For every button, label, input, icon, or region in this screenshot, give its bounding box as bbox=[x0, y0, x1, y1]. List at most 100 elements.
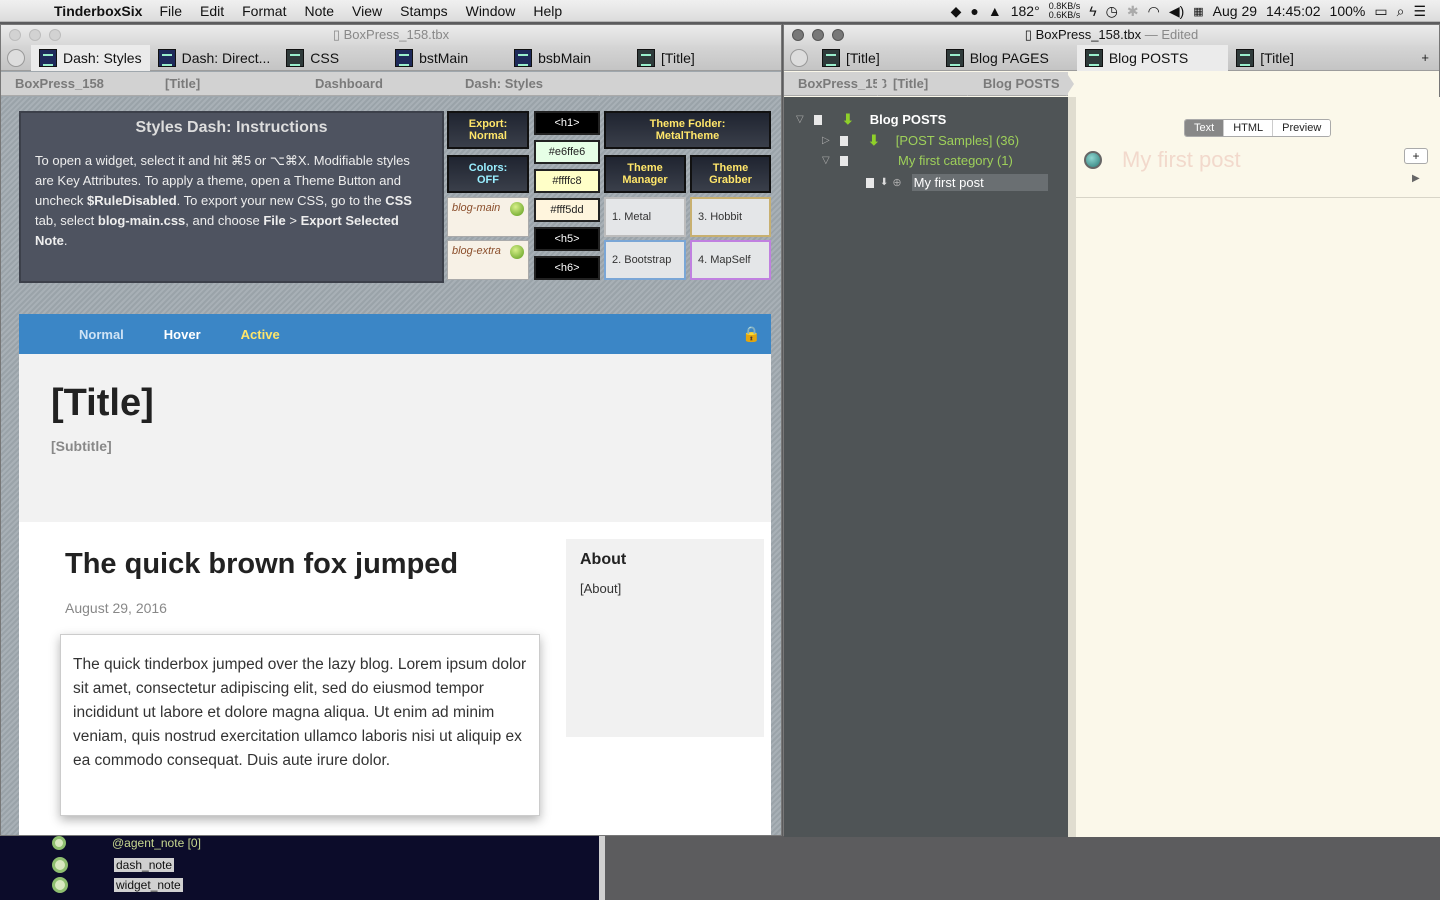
mode-preview[interactable]: Preview bbox=[1273, 120, 1331, 136]
tab-blog-posts[interactable]: Blog POSTS bbox=[1076, 44, 1229, 71]
crumb-title[interactable]: [Title] bbox=[151, 71, 307, 96]
window-titlebar[interactable]: ▯ BoxPress_158.tbx — Edited bbox=[784, 25, 1439, 45]
lightning-icon[interactable]: ϟ bbox=[1089, 3, 1096, 19]
post-body[interactable]: The quick tinderbox jumped over the lazy… bbox=[60, 634, 540, 816]
tab-title[interactable]: [Title] bbox=[629, 45, 703, 71]
notification-center-icon[interactable]: ☰ bbox=[1413, 3, 1426, 20]
tab-overflow-icon[interactable] bbox=[7, 48, 25, 67]
close-button[interactable] bbox=[9, 29, 21, 41]
outline-row-post[interactable]: ⬇ ⊕ My first post bbox=[860, 174, 1048, 191]
export-button[interactable]: Export: Normal bbox=[447, 111, 529, 149]
outline-row-root[interactable]: ▽ ⬇ Blog POSTS bbox=[796, 111, 946, 128]
menu-help[interactable]: Help bbox=[533, 3, 562, 19]
theme-manager-button[interactable]: Theme Manager bbox=[604, 155, 686, 193]
crumb-dashboard[interactable]: Dashboard bbox=[301, 71, 457, 96]
drive-icon[interactable]: ▲ bbox=[988, 3, 1002, 19]
checkbox[interactable] bbox=[840, 135, 848, 146]
menu-note[interactable]: Note bbox=[304, 3, 334, 19]
blog-main-widget[interactable]: blog-main bbox=[447, 197, 529, 237]
crumb-blog-posts[interactable]: Blog POSTS bbox=[969, 71, 1074, 96]
menu-file[interactable]: File bbox=[159, 3, 182, 19]
volume-icon[interactable]: ◀) bbox=[1169, 3, 1184, 20]
network-readout[interactable]: 0.8KB/s 0.6KB/s bbox=[1049, 2, 1081, 20]
theme-hobbit-button[interactable]: 3. Hobbit bbox=[690, 197, 771, 237]
tab-title-2[interactable]: [Title] bbox=[1228, 45, 1302, 71]
theme-grabber-button[interactable]: Theme Grabber bbox=[690, 155, 771, 193]
nav-hover[interactable]: Hover bbox=[164, 327, 201, 342]
theme-metal-button[interactable]: 1. Metal bbox=[604, 197, 686, 237]
h6-style-swatch[interactable]: <h6> bbox=[534, 256, 600, 280]
checkbox[interactable] bbox=[866, 177, 874, 188]
menu-format[interactable]: Format bbox=[242, 3, 286, 19]
color-swatch[interactable]: #e6ffe6 bbox=[534, 140, 600, 164]
zoom-button[interactable] bbox=[49, 29, 61, 41]
note-badge-icon[interactable] bbox=[1084, 151, 1102, 169]
add-tab-button[interactable]: + bbox=[1421, 50, 1429, 65]
flag-icon[interactable]: ▦ bbox=[1193, 5, 1203, 18]
colors-button[interactable]: Colors: OFF bbox=[447, 155, 529, 193]
crumb-dash-styles[interactable]: Dash: Styles bbox=[451, 71, 607, 96]
outline-row-category[interactable]: ▽ My first category (1) bbox=[822, 153, 1013, 168]
temperature-readout[interactable]: 182° bbox=[1011, 3, 1040, 19]
blog-extra-widget[interactable]: blog-extra bbox=[447, 240, 529, 280]
list-item[interactable]: @agent_note [0] bbox=[52, 836, 201, 850]
bluetooth-icon[interactable]: ✱ bbox=[1127, 3, 1139, 20]
menu-app-name[interactable]: TinderboxSix bbox=[54, 3, 142, 19]
expand-attributes-icon[interactable]: ▶ bbox=[1412, 173, 1420, 184]
menu-view[interactable]: View bbox=[352, 3, 382, 19]
about-sidebar[interactable]: About [About] bbox=[566, 539, 764, 737]
theme-mapself-button[interactable]: 4. MapSelf bbox=[690, 240, 771, 280]
disclosure-closed-icon[interactable]: ▷ bbox=[822, 135, 834, 146]
color-swatch[interactable]: #fff5dd bbox=[534, 198, 600, 222]
tab-dash-direct[interactable]: Dash: Direct... bbox=[150, 45, 279, 71]
battery-icon[interactable]: ▭ bbox=[1374, 3, 1387, 20]
minimize-button[interactable] bbox=[29, 29, 41, 41]
evernote-icon[interactable]: ● bbox=[970, 3, 978, 19]
nav-normal[interactable]: Normal bbox=[79, 327, 124, 342]
list-item[interactable]: widget_note bbox=[52, 877, 183, 893]
window-titlebar[interactable]: ▯ BoxPress_158.tbx bbox=[1, 25, 781, 45]
disclosure-open-icon[interactable]: ▽ bbox=[796, 114, 808, 125]
date[interactable]: Aug 29 bbox=[1213, 3, 1257, 19]
nav-active[interactable]: Active bbox=[241, 327, 280, 342]
crumb-boxpress[interactable]: BoxPress_158 bbox=[784, 71, 887, 96]
zoom-button[interactable] bbox=[832, 29, 844, 41]
checkbox[interactable] bbox=[840, 155, 848, 166]
menu-window[interactable]: Window bbox=[466, 3, 516, 19]
crumb-boxpress[interactable]: BoxPress_158 bbox=[1, 71, 157, 96]
color-swatch[interactable]: #ffffc8 bbox=[534, 169, 600, 193]
tab-css[interactable]: CSS bbox=[278, 45, 347, 71]
theme-bootstrap-button[interactable]: 2. Bootstrap bbox=[604, 240, 686, 280]
wifi-icon[interactable]: ◠ bbox=[1148, 3, 1160, 20]
tab-bsbmain[interactable]: bsbMain bbox=[506, 45, 599, 71]
crumb-title[interactable]: [Title] bbox=[879, 71, 975, 96]
dropbox-icon[interactable]: ◆ bbox=[951, 3, 962, 20]
list-item[interactable]: dash_note bbox=[52, 857, 175, 873]
menu-stamps[interactable]: Stamps bbox=[400, 3, 447, 19]
note-title[interactable]: My first post bbox=[1122, 147, 1241, 173]
outline-row-samples[interactable]: ▷ ⬇ [POST Samples] (36) bbox=[822, 132, 1019, 149]
clock[interactable]: 14:45:02 bbox=[1266, 3, 1321, 19]
h1-style-swatch[interactable]: <h1> bbox=[534, 111, 600, 135]
checkbox[interactable] bbox=[814, 114, 822, 125]
close-button[interactable] bbox=[792, 29, 804, 41]
tab-bstmain[interactable]: bstMain bbox=[387, 45, 476, 71]
mode-html[interactable]: HTML bbox=[1224, 120, 1274, 136]
split-handle[interactable] bbox=[1068, 97, 1076, 837]
tab-overflow-icon[interactable] bbox=[790, 48, 808, 67]
mode-text[interactable]: Text bbox=[1185, 120, 1225, 136]
lock-icon[interactable]: 🔒 bbox=[742, 325, 761, 343]
minimize-button[interactable] bbox=[812, 29, 824, 41]
tab-title[interactable]: [Title] bbox=[814, 45, 888, 71]
search-icon[interactable]: ⌕ bbox=[1397, 3, 1405, 20]
theme-folder-button[interactable]: Theme Folder: MetalTheme bbox=[604, 111, 771, 149]
disclosure-open-icon[interactable]: ▽ bbox=[822, 155, 834, 166]
menu-edit[interactable]: Edit bbox=[200, 3, 224, 19]
instructions-note[interactable]: Styles Dash: Instructions To open a widg… bbox=[19, 111, 444, 283]
add-attribute-button[interactable]: + bbox=[1404, 148, 1428, 164]
time-machine-icon[interactable]: ◷ bbox=[1106, 3, 1118, 20]
h5-style-swatch[interactable]: <h5> bbox=[534, 227, 600, 251]
tab-dash-styles[interactable]: Dash: Styles bbox=[31, 44, 150, 71]
tab-blog-pages[interactable]: Blog PAGES bbox=[938, 45, 1057, 71]
battery-readout[interactable]: 100% bbox=[1330, 3, 1366, 19]
